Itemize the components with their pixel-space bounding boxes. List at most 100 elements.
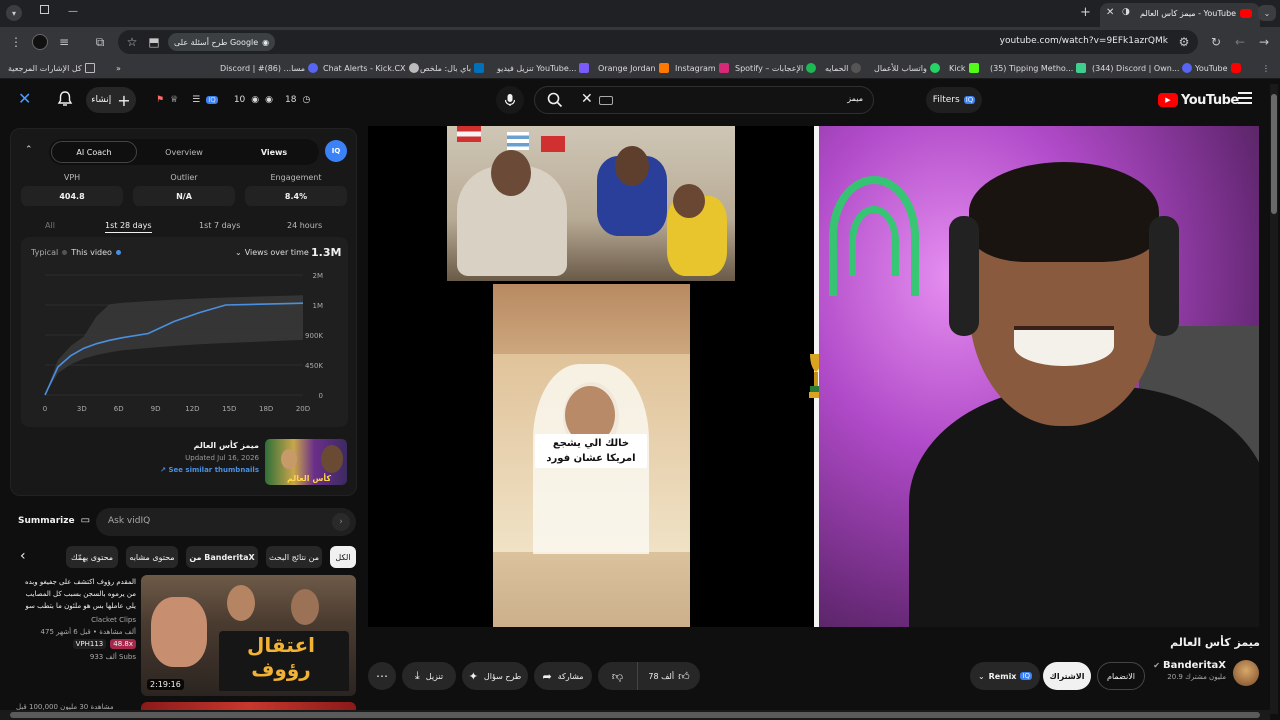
- sidebar-video-title[interactable]: المقدم رؤوف اكتشف على جفيغو وبده من يرمو…: [14, 576, 136, 612]
- sidebar-video-thumbnail[interactable]: اعتقال رؤوف 2:19:16: [141, 575, 356, 696]
- maximize-icon[interactable]: [40, 5, 49, 14]
- more-actions-button[interactable]: ⋯: [368, 662, 396, 690]
- horizontal-scrollbar[interactable]: [0, 710, 1270, 720]
- chip-for-you[interactable]: محتوى يهمّك: [66, 546, 118, 568]
- profile-avatar-icon[interactable]: [30, 32, 50, 52]
- tab-audio-icon[interactable]: ◑: [1122, 7, 1130, 17]
- trophy-icon[interactable]: ♕: [170, 95, 178, 105]
- remix-dropdown[interactable]: ⌄ Remix IQ: [970, 662, 1040, 690]
- minimize-icon[interactable]: —: [68, 6, 78, 17]
- bookmark-item[interactable]: (35) Tipping Metho...: [990, 61, 1087, 75]
- collapse-chevron-icon[interactable]: ⌃: [25, 145, 33, 155]
- like-button[interactable]: 78 ألف 👍︎: [638, 662, 700, 690]
- forward-icon[interactable]: ←: [1230, 32, 1250, 52]
- reload-icon[interactable]: ↻: [1206, 32, 1226, 52]
- bookmark-item[interactable]: Spotify – الإعجابات: [735, 61, 817, 75]
- list-icon[interactable]: ☰: [192, 95, 200, 105]
- vertical-scrollbar[interactable]: [1270, 84, 1278, 714]
- range-tab-7-days[interactable]: 1st 7 days: [199, 221, 240, 230]
- range-tab-24-hours[interactable]: 24 hours: [287, 221, 322, 230]
- search-input[interactable]: ميمز: [847, 94, 863, 103]
- range-tab-28-days[interactable]: 1st 28 days: [105, 221, 152, 233]
- tab-search-button[interactable]: ▾: [6, 5, 22, 21]
- bookmark-item[interactable]: Kick: [949, 61, 979, 75]
- send-icon[interactable]: ›: [332, 513, 350, 531]
- chip-from-channel[interactable]: من BanderitaX: [186, 546, 258, 568]
- youtube-logo[interactable]: ▶ YouTube: [1158, 91, 1239, 109]
- thumbnail-preview[interactable]: كأس العالم: [265, 439, 347, 485]
- cast-icon[interactable]: ⬒: [144, 32, 164, 52]
- bookmark-item[interactable]: الحمايه: [825, 61, 862, 75]
- search-box[interactable]: ✕ ميمز: [534, 86, 874, 114]
- reading-list-icon[interactable]: ≡: [54, 32, 74, 52]
- bookmark-item[interactable]: (344) Discord | Own...: [1092, 61, 1193, 75]
- like-count: 78 ألف: [648, 671, 675, 681]
- back-icon[interactable]: →: [1254, 32, 1274, 52]
- download-button[interactable]: ⤓ تنزيل: [402, 662, 456, 690]
- bookmark-item[interactable]: Discord | #مسا... (86): [220, 61, 319, 75]
- range-tab-all[interactable]: All: [45, 221, 55, 230]
- chip-all[interactable]: الكل: [330, 546, 356, 568]
- bookmark-item[interactable]: Instagram: [675, 61, 729, 75]
- close-tab-icon[interactable]: ✕: [1106, 7, 1114, 18]
- tab-overview[interactable]: Overview: [141, 141, 227, 163]
- join-button[interactable]: الانضمام: [1097, 662, 1145, 690]
- tab-ai-coach[interactable]: AI Coach: [51, 141, 137, 163]
- metric-vph: VPH 404.8: [21, 173, 123, 206]
- address-field[interactable]: ☆ ⬒ طرح أسئلة على Google ◉ youtube.com/w…: [118, 30, 1198, 54]
- ask-vidiq-input[interactable]: Ask vidIQ ›: [96, 508, 356, 536]
- notifications-bell-icon[interactable]: [56, 90, 74, 108]
- channel-name[interactable]: BanderitaX: [1163, 660, 1226, 671]
- subscriber-count: 20.9 مليون مشترك: [1167, 673, 1226, 681]
- summarize-button[interactable]: Summarize ▭: [18, 515, 90, 526]
- bookmark-item[interactable]: باي بال: ملخص: [420, 61, 485, 75]
- share-button[interactable]: ➦ مشاركة: [534, 662, 592, 690]
- dislike-button[interactable]: 👎︎: [598, 662, 638, 690]
- bookmarks-more-icon[interactable]: ⋮: [1262, 61, 1270, 75]
- chips-prev-icon[interactable]: ‹: [20, 548, 26, 564]
- bookmarks-overflow-icon[interactable]: »: [116, 61, 121, 75]
- create-button[interactable]: إنشاء +: [86, 87, 136, 113]
- bookmark-star-icon[interactable]: ☆: [122, 32, 142, 52]
- chip-from-search[interactable]: من نتائج البحث: [266, 546, 322, 568]
- extensions-icon[interactable]: ⧉: [90, 32, 110, 52]
- scrollbar-thumb[interactable]: [10, 712, 1260, 718]
- video-player[interactable]: خالك الي يشجع امريكا عشان فورد: [368, 126, 1259, 627]
- sidebar-video-info[interactable]: المقدم رؤوف اكتشف على جفيغو وبده من يرمو…: [14, 576, 136, 661]
- views-over-time-dropdown[interactable]: ⌄ Views over time: [235, 248, 309, 257]
- vidiq-logo-button[interactable]: IQ: [325, 140, 347, 162]
- tab-list-icon[interactable]: ⌄: [1258, 5, 1276, 21]
- see-similar-link[interactable]: ↗ See similar thumbnails: [151, 466, 259, 474]
- new-tab-icon[interactable]: +: [1080, 5, 1091, 20]
- flag-icon[interactable]: ⚑: [156, 95, 164, 105]
- search-icon[interactable]: [547, 92, 563, 112]
- channel-info[interactable]: ✔ BanderitaX 20.9 مليون مشترك: [1150, 660, 1226, 681]
- chip-related[interactable]: محتوى مشابه: [126, 546, 178, 568]
- channel-avatar[interactable]: [1233, 660, 1259, 686]
- voice-search-button[interactable]: [496, 86, 524, 114]
- clear-search-icon[interactable]: ✕: [581, 91, 593, 107]
- subscribe-button[interactable]: الاشتراك: [1043, 662, 1091, 690]
- bookmark-item[interactable]: Orange Jordan: [598, 61, 669, 75]
- browser-tab-active[interactable]: ✕ ◑ ميمز كأس العالم - YouTube: [1100, 3, 1260, 27]
- menu-kebab-icon[interactable]: ⋮: [6, 32, 26, 52]
- google-ask-chip[interactable]: طرح أسئلة على Google ◉: [168, 33, 276, 51]
- bookmark-item[interactable]: YouTube: [1195, 61, 1241, 75]
- site-settings-icon[interactable]: ⚙: [1174, 32, 1194, 52]
- url-text[interactable]: youtube.com/watch?v=9EFk1azrQMk: [1000, 36, 1168, 46]
- keyboard-icon[interactable]: [599, 96, 613, 105]
- tab-views[interactable]: Views: [231, 141, 317, 163]
- filters-button[interactable]: Filters IQ: [926, 87, 982, 113]
- bookmark-item[interactable]: كل الإشارات المرجعية: [8, 61, 95, 75]
- bookmark-label: واتساب للأعمال: [874, 63, 927, 73]
- bookmark-item[interactable]: Chat Alerts - Kick.CX: [323, 61, 419, 75]
- sidebar-channel-name[interactable]: Clacket Clips: [14, 616, 136, 624]
- bookmark-label: Instagram: [675, 63, 716, 73]
- ask-button[interactable]: ✦ طرح سؤال: [462, 662, 528, 690]
- download-label: تنزيل: [425, 671, 444, 681]
- vidiq-logo-icon[interactable]: ✕: [18, 90, 36, 108]
- scrollbar-thumb[interactable]: [1271, 94, 1277, 214]
- hamburger-menu-icon[interactable]: [1238, 92, 1252, 104]
- bookmark-item[interactable]: واتساب للأعمال: [874, 61, 940, 75]
- bookmark-item[interactable]: تنزيل فيديو YouTube...: [497, 61, 590, 75]
